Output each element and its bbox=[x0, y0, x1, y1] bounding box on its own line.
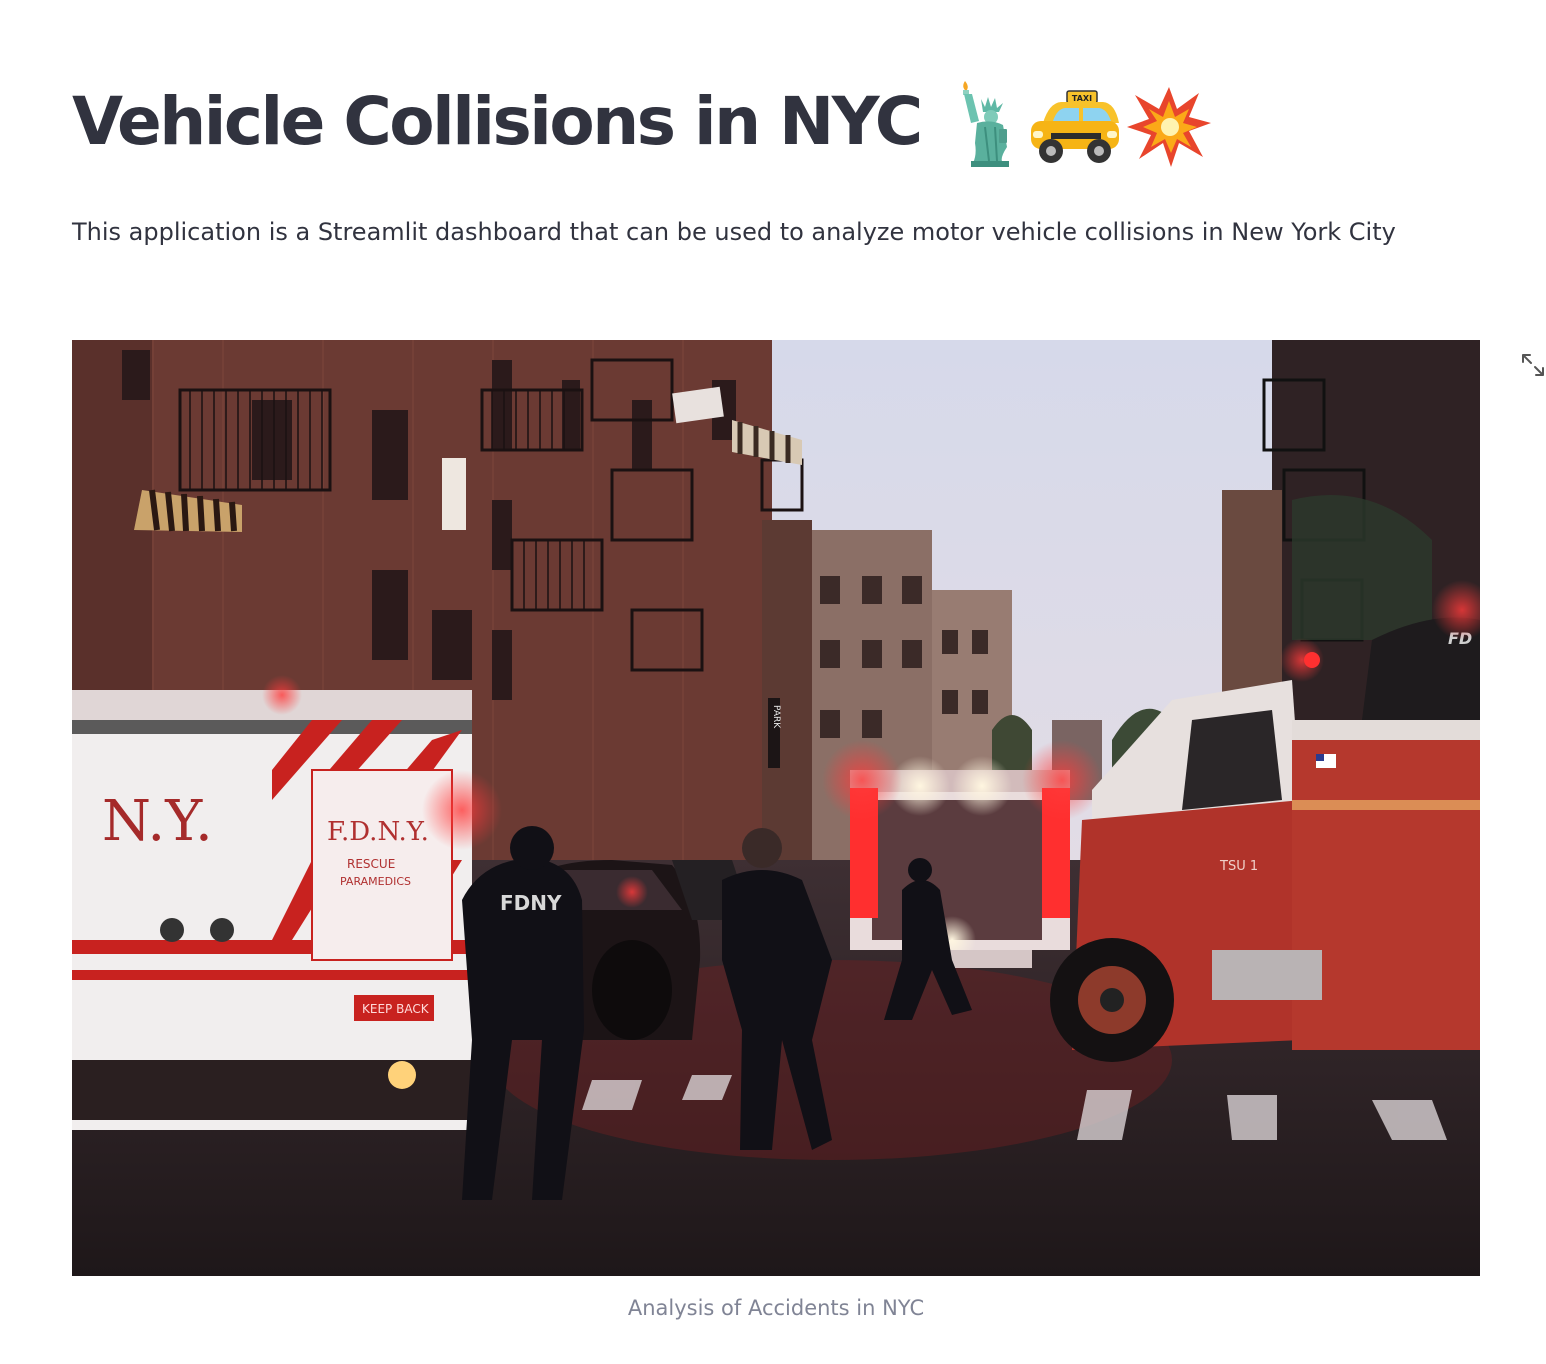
page-title: Vehicle Collisions in NYC bbox=[72, 83, 923, 160]
expand-icon[interactable] bbox=[1520, 352, 1546, 382]
title-emojis: TAXI bbox=[955, 77, 1211, 167]
svg-text:TAXI: TAXI bbox=[1072, 94, 1092, 103]
svg-text:TSU 1: TSU 1 bbox=[1219, 859, 1258, 874]
title-row: Vehicle Collisions in NYC TAXI bbox=[72, 76, 1211, 168]
svg-text:FDNY: FDNY bbox=[500, 891, 562, 915]
collision-icon bbox=[1126, 85, 1211, 167]
image-caption: Analysis of Accidents in NYC bbox=[627, 1296, 925, 1320]
fullscreen-button[interactable] bbox=[1516, 350, 1546, 384]
streamlit-app: Vehicle Collisions in NYC TAXI This appl… bbox=[0, 0, 1546, 1364]
ambulance-left: N.Y. F.D.N.Y. RESCUE PARAMEDICS KEEP BAC… bbox=[72, 675, 502, 1130]
taxi-icon: TAXI bbox=[1027, 87, 1121, 167]
statue-of-liberty-icon bbox=[955, 77, 1021, 167]
svg-text:F.D.N.Y.: F.D.N.Y. bbox=[327, 817, 429, 847]
svg-text:RESCUE: RESCUE bbox=[347, 857, 395, 871]
svg-text:PARAMEDICS: PARAMEDICS bbox=[340, 875, 411, 888]
svg-text:KEEP BACK: KEEP BACK bbox=[362, 1002, 430, 1016]
app-description: This application is a Streamlit dashboar… bbox=[72, 218, 1396, 246]
svg-text:N.Y.: N.Y. bbox=[102, 789, 213, 854]
ambulance-center bbox=[822, 740, 1102, 968]
svg-text:PARK: PARK bbox=[771, 705, 781, 729]
accident-photo: PARK N.Y. F.D.N.Y. RESCUE PARAMEDICS KEE… bbox=[72, 340, 1480, 1276]
